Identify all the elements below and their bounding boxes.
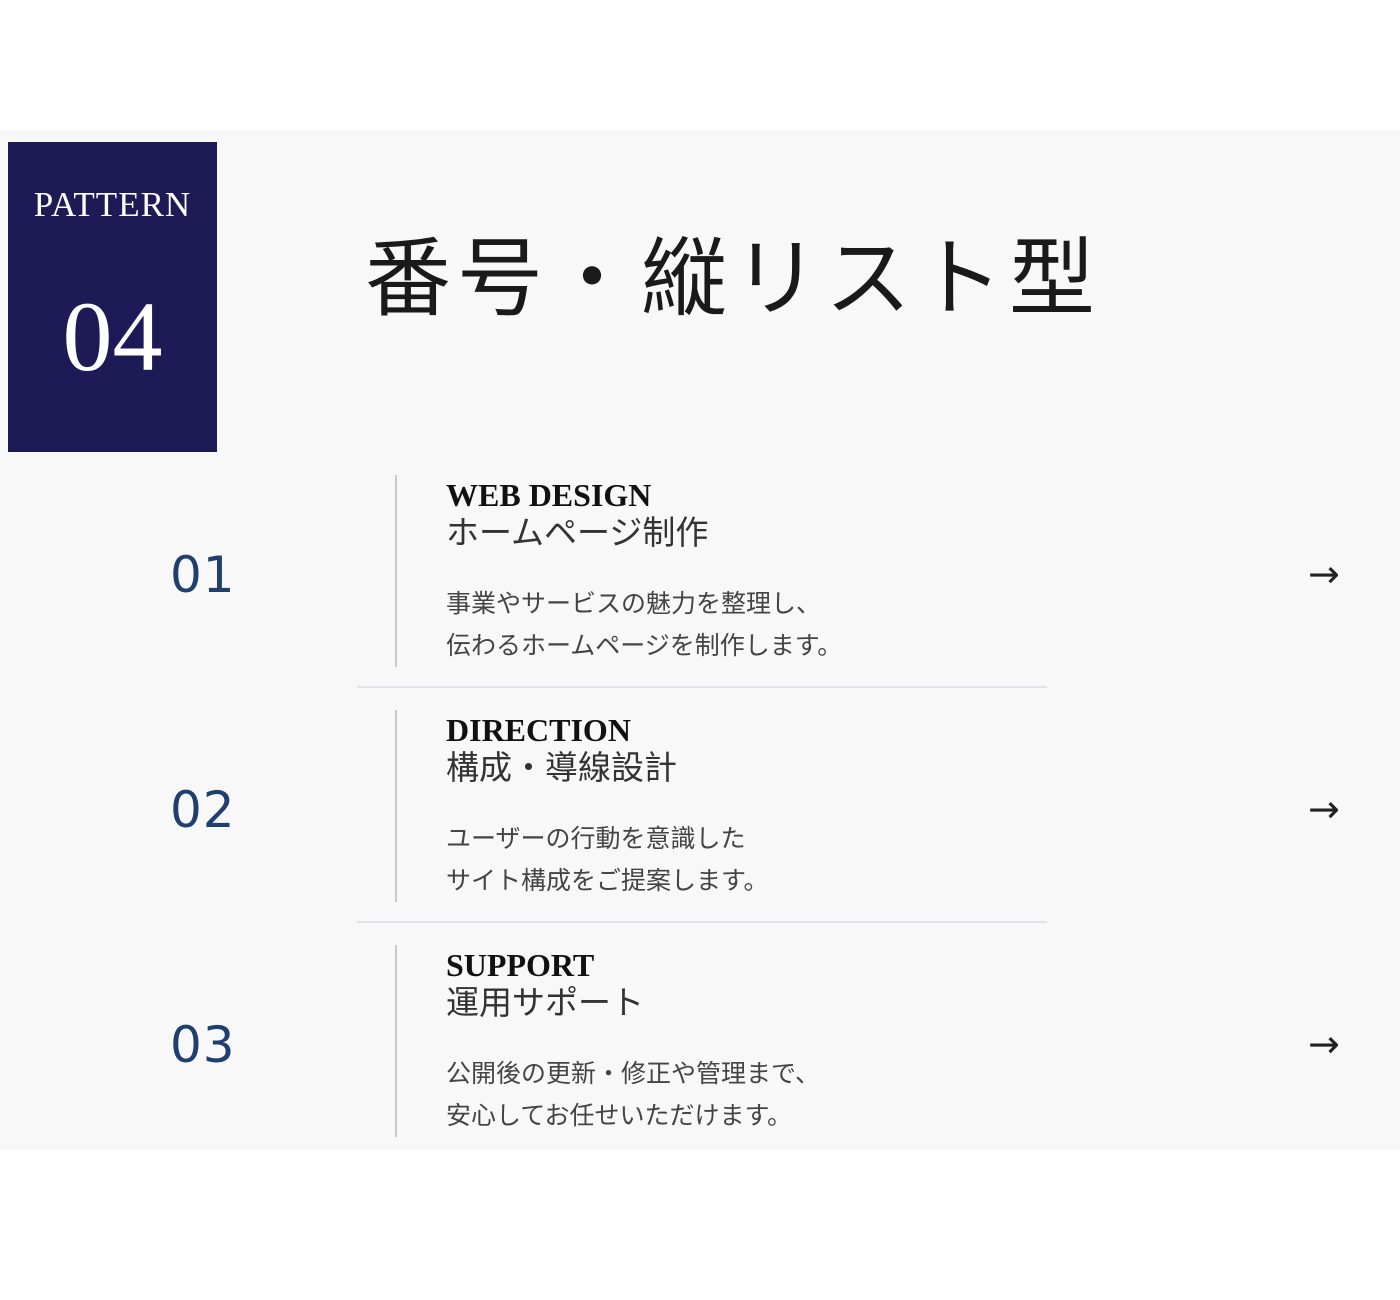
item-description: ユーザーの行動を意識した サイト構成をご提案します。 bbox=[446, 818, 769, 902]
vertical-rule bbox=[395, 945, 397, 1137]
arrow-right-icon[interactable]: → bbox=[1308, 1025, 1340, 1063]
item-japanese-title: 構成・導線設計 bbox=[446, 748, 677, 787]
arrow-right-icon[interactable]: → bbox=[1308, 790, 1340, 828]
item-japanese-title: 運用サポート bbox=[446, 983, 644, 1022]
item-description-line: 事業やサービスの魅力を整理し、 bbox=[446, 589, 822, 618]
item-description: 公開後の更新・修正や管理まで、 安心してお任せいただけます。 bbox=[446, 1053, 820, 1137]
arrow-right-icon[interactable]: → bbox=[1308, 555, 1340, 593]
vertical-rule bbox=[395, 475, 397, 667]
item-divider bbox=[357, 686, 1047, 688]
item-description: 事業やサービスの魅力を整理し、 伝わるホームページを制作します。 bbox=[446, 583, 842, 667]
item-english-title: SUPPORT bbox=[446, 947, 595, 983]
item-description-line: サイト構成をご提案します。 bbox=[446, 866, 769, 895]
item-divider bbox=[357, 921, 1047, 923]
list-item-web-design: 01 WEB DESIGN ホームページ制作 事業やサービスの魅力を整理し、 伝… bbox=[0, 475, 1400, 709]
item-description-line: 伝わるホームページを制作します。 bbox=[446, 631, 843, 660]
item-description-line: 安心してお任せいただけます。 bbox=[446, 1101, 793, 1130]
item-japanese-title: ホームページ制作 bbox=[446, 513, 709, 552]
item-number: 01 bbox=[170, 546, 236, 604]
item-english-title: DIRECTION bbox=[446, 712, 631, 748]
item-number: 02 bbox=[170, 781, 236, 839]
item-english-title: WEB DESIGN bbox=[446, 477, 652, 513]
vertical-rule bbox=[395, 710, 397, 902]
item-description-line: ユーザーの行動を意識した bbox=[446, 824, 746, 853]
item-number: 03 bbox=[170, 1016, 236, 1074]
list-item-support: 03 SUPPORT 運用サポート 公開後の更新・修正や管理まで、 安心してお任… bbox=[0, 945, 1400, 1179]
item-description-line: 公開後の更新・修正や管理まで、 bbox=[446, 1059, 821, 1088]
service-list: 01 WEB DESIGN ホームページ制作 事業やサービスの魅力を整理し、 伝… bbox=[0, 0, 1400, 1300]
list-item-direction: 02 DIRECTION 構成・導線設計 ユーザーの行動を意識した サイト構成を… bbox=[0, 710, 1400, 944]
